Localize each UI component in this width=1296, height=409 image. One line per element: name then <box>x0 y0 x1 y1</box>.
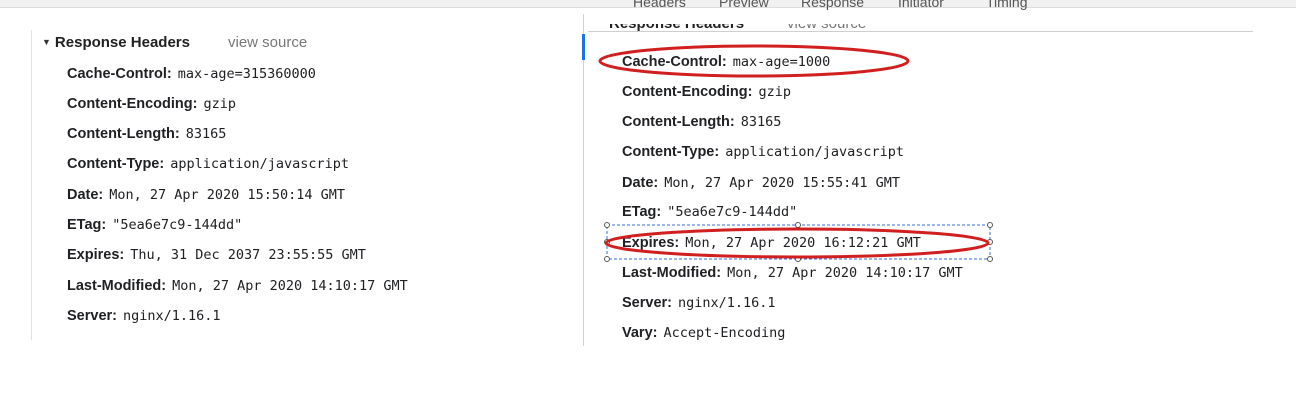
header-name: Expires: <box>622 235 680 251</box>
right-header-row: Content-Encoding: gzip <box>622 81 791 103</box>
right-header-row: Vary: Accept-Encoding <box>622 322 785 344</box>
header-name: Expires: <box>67 247 125 263</box>
header-name: Cache-Control: <box>622 54 727 70</box>
header-value: max-age=315360000 <box>177 66 316 82</box>
header-value: max-age=1000 <box>732 54 831 70</box>
left-header-row: Content-Type: application/javascript <box>67 153 349 175</box>
header-name: Vary: <box>622 325 658 341</box>
header-name: Content-Type: <box>622 144 720 160</box>
right-header-row: Date: Mon, 27 Apr 2020 15:55:41 GMT <box>622 172 900 194</box>
left-header-row: Last-Modified: Mon, 27 Apr 2020 14:10:17… <box>67 275 408 297</box>
header-value: "5ea6e7c9-144dd" <box>667 204 798 220</box>
tab-preview[interactable]: Preview <box>719 0 769 10</box>
tab-timing[interactable]: Timing <box>986 0 1028 10</box>
left-response-headers-header[interactable]: ▼ Response Headers view source <box>42 32 307 52</box>
header-name: Content-Length: <box>67 126 180 142</box>
header-name: Last-Modified: <box>622 265 722 281</box>
left-header-row: Cache-Control: max-age=315360000 <box>67 63 316 85</box>
header-name: Content-Encoding: <box>622 84 753 100</box>
header-value: Thu, 31 Dec 2037 23:55:55 GMT <box>130 247 366 263</box>
header-value: Mon, 27 Apr 2020 14:10:17 GMT <box>172 278 408 294</box>
header-value: Mon, 27 Apr 2020 15:50:14 GMT <box>109 187 345 203</box>
header-name: Date: <box>67 187 104 203</box>
header-value: 83165 <box>185 126 227 142</box>
header-value: 83165 <box>740 114 782 130</box>
left-header-row: Date: Mon, 27 Apr 2020 15:50:14 GMT <box>67 184 345 206</box>
left-divider <box>31 30 32 340</box>
right-response-headers-header: Response Headers view source <box>609 24 929 34</box>
header-value: Mon, 27 Apr 2020 16:12:21 GMT <box>685 235 921 251</box>
header-name: Content-Type: <box>67 156 165 172</box>
right-header-row: Content-Type: application/javascript <box>622 141 904 163</box>
header-value: nginx/1.16.1 <box>122 308 221 324</box>
header-value: Mon, 27 Apr 2020 15:55:41 GMT <box>664 175 900 191</box>
view-source-link[interactable]: view source <box>228 34 307 51</box>
header-name: Server: <box>622 295 672 311</box>
header-name: Last-Modified: <box>67 278 167 294</box>
header-value: gzip <box>203 96 236 112</box>
left-header-row: Content-Encoding: gzip <box>67 93 236 115</box>
right-header-row: Cache-Control: max-age=1000 <box>622 51 830 73</box>
panel-resize-accent <box>582 34 585 60</box>
section-title: Response Headers <box>54 33 190 51</box>
right-header-row: ETag: "5ea6e7c9-144dd" <box>622 201 797 223</box>
right-header-row: Expires: Mon, 27 Apr 2020 16:12:21 GMT <box>622 232 921 254</box>
header-name: Cache-Control: <box>67 66 172 82</box>
left-header-row: Content-Length: 83165 <box>67 123 226 145</box>
tab-response[interactable]: Response <box>801 0 864 10</box>
header-name: Date: <box>622 175 659 191</box>
tab-initiator[interactable]: Initiator <box>898 0 944 10</box>
right-header-row: Last-Modified: Mon, 27 Apr 2020 14:10:17… <box>622 262 963 284</box>
right-header-row: Content-Length: 83165 <box>622 111 781 133</box>
tab-headers[interactable]: Headers <box>633 0 686 10</box>
view-source-link[interactable]: view source <box>787 24 866 32</box>
header-name: Content-Length: <box>622 114 735 130</box>
devtools-tab-bar: Headers Preview Response Initiator Timin… <box>590 0 1250 22</box>
section-title: Response Headers <box>609 24 744 32</box>
left-header-row: Server: nginx/1.16.1 <box>67 305 221 327</box>
header-value: Mon, 27 Apr 2020 14:10:17 GMT <box>727 265 963 281</box>
header-name: ETag: <box>67 217 107 233</box>
left-header-row: ETag: "5ea6e7c9-144dd" <box>67 214 242 236</box>
collapse-triangle-icon[interactable]: ▼ <box>42 37 51 47</box>
header-value: gzip <box>758 84 791 100</box>
header-name: ETag: <box>622 204 662 220</box>
header-value: Accept-Encoding <box>663 325 786 341</box>
header-value: nginx/1.16.1 <box>677 295 776 311</box>
panel-divider[interactable] <box>583 14 584 346</box>
header-name: Server: <box>67 308 117 324</box>
left-header-row: Expires: Thu, 31 Dec 2037 23:55:55 GMT <box>67 244 366 266</box>
header-value: "5ea6e7c9-144dd" <box>112 217 243 233</box>
header-value: application/javascript <box>170 156 350 172</box>
header-name: Content-Encoding: <box>67 96 198 112</box>
right-header-row: Server: nginx/1.16.1 <box>622 292 776 314</box>
header-value: application/javascript <box>725 144 905 160</box>
